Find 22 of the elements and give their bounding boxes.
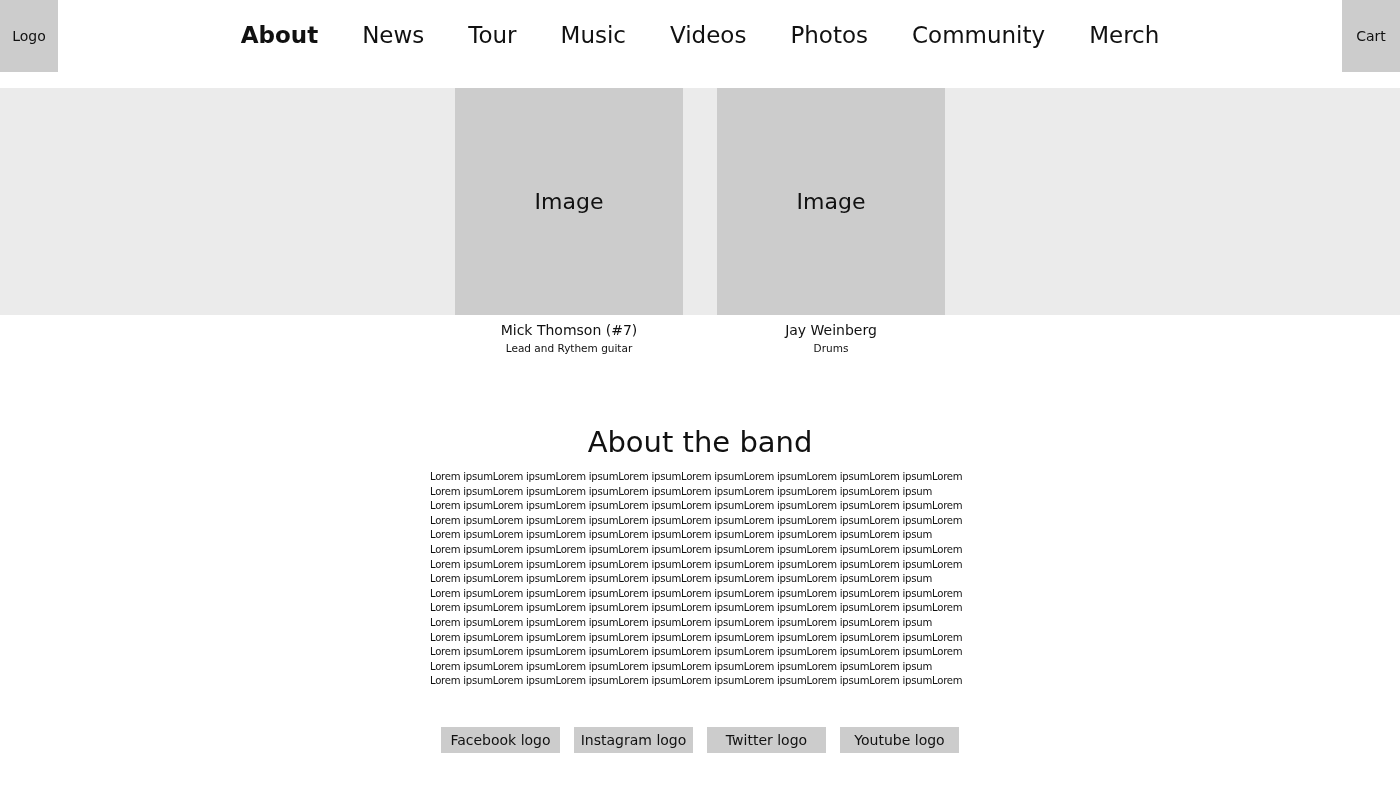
social-button[interactable]: Youtube logo bbox=[840, 726, 959, 753]
social-button[interactable]: Facebook logo bbox=[441, 726, 560, 753]
member-name: Jay Weinberg bbox=[785, 321, 877, 340]
image-label: Image bbox=[534, 189, 604, 214]
nav-link[interactable]: Photos bbox=[768, 22, 890, 48]
member-name: Mick Thomson (#7) bbox=[500, 321, 638, 340]
social-button[interactable]: Instagram logo bbox=[574, 726, 693, 753]
nav-link[interactable]: Videos bbox=[648, 22, 769, 48]
section-title: About the band bbox=[586, 424, 814, 460]
image-label: Image bbox=[796, 189, 866, 214]
nav-link[interactable]: Merch bbox=[1067, 22, 1182, 48]
body-paragraph: Lorem ipsumLorem ipsumLorem ipsumLorem ipsumLorem ipsumLorem ipsumLorem ipsumLorem ipsumLorem Lorem ipsumLorem ipsumLorem ipsumLorem ipsumLorem ipsumLorem ipsumLorem ipsumLorem ipsum Lorem ipsumLorem ipsumLorem ipsumLorem ipsumLorem ipsumLorem ipsumLorem ipsumLorem ipsumLorem Lorem ipsumLorem ipsumLorem ipsumLorem ipsumLorem ipsumLorem ipsumLorem ipsumLorem ipsumLorem Lorem ipsumLorem ipsumLorem ipsumLorem ipsumLorem ipsumLorem ipsumLorem ipsumLorem ipsum Lorem ipsumLorem ipsumLorem ipsumLorem ipsumLorem ipsumLorem ipsumLorem ipsumLorem ipsumLorem Lorem ipsumLorem ipsumLorem ipsumLorem ipsumLorem ipsumLorem ipsumLorem ipsumLorem ipsumLorem Lorem ipsumLorem ipsumLorem ipsumLorem ipsumLorem ipsumLorem ipsumLorem ipsumLorem ipsum Lorem ipsumLorem ipsumLorem ipsumLorem ipsumLorem ipsumLorem ipsumLorem ipsumLorem ipsumLorem Lorem ipsumLorem ipsumLorem ipsumLorem ipsumLorem ipsumLorem ipsumLorem ipsumLorem ipsumLorem Lorem ipsumLorem ipsumLorem ipsumLorem ipsumLorem ipsumLorem ipsumLorem ipsumLorem ipsum Lorem ipsumLorem ipsumLorem ipsumLorem ipsumLorem ipsumLorem ipsumLorem ipsumLorem ipsumLorem Lorem ipsumLorem ipsumLorem ipsumLorem ipsumLorem ipsumLorem ipsumLorem ipsumLorem ipsumLorem Lorem ipsumLorem ipsumLorem ipsumLorem ipsumLorem ipsumLorem ipsumLorem ipsumLorem ipsum Lorem ipsumLorem ipsumLorem ipsumLorem ipsumLorem ipsumLorem ipsumLorem ipsumLorem ipsumLorem bbox=[430, 470, 964, 689]
nav-link[interactable]: News bbox=[340, 22, 447, 48]
logo-placeholder[interactable]: Logo bbox=[0, 0, 58, 72]
member-role: Drums bbox=[813, 341, 849, 356]
nav-link[interactable]: About bbox=[218, 22, 341, 48]
member-role: Lead and Rythem guitar bbox=[505, 341, 633, 356]
nav-link[interactable]: Community bbox=[890, 22, 1068, 48]
nav-link[interactable]: Music bbox=[538, 22, 648, 48]
cart-button[interactable]: Cart bbox=[1342, 0, 1400, 72]
nav-link[interactable]: Tour bbox=[446, 22, 539, 48]
social-button[interactable]: Twitter logo bbox=[707, 726, 826, 753]
